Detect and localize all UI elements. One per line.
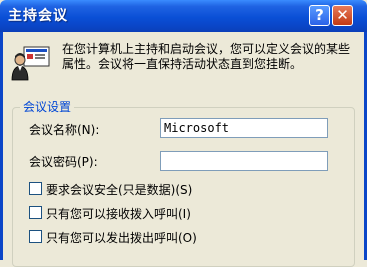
meeting-name-label: 会议名称(N): (29, 123, 100, 137)
accept-incoming-checkbox[interactable] (29, 206, 42, 219)
meeting-host-icon (11, 46, 50, 81)
help-icon: ? (315, 6, 324, 24)
meeting-password-label: 会议密码(P): (29, 155, 98, 169)
place-outgoing-checkbox[interactable] (29, 230, 42, 243)
title-bar[interactable]: 主持会议 ? ✕ (0, 0, 367, 32)
window-title: 主持会议 (8, 8, 68, 24)
meeting-password-input[interactable] (160, 151, 328, 171)
place-outgoing-label: 只有您可以发出拨出呼叫(O) (46, 231, 197, 245)
intro-text: 在您计算机上主持和启动会议，您可以定义会议的某些属性。会议将一直保持活动状态直到… (62, 42, 351, 71)
group-label: 会议设置 (20, 98, 75, 115)
require-security-checkbox[interactable] (29, 182, 42, 195)
accept-incoming-label: 只有您可以接收拨入呼叫(I) (46, 207, 191, 221)
meeting-name-input[interactable]: Microsoft (160, 118, 328, 138)
window-frame-left (0, 32, 3, 260)
help-button[interactable]: ? (309, 5, 330, 26)
close-button[interactable]: ✕ (332, 5, 353, 26)
require-security-label: 要求会议安全(只是数据)(S) (46, 183, 193, 197)
close-icon: ✕ (336, 6, 349, 24)
